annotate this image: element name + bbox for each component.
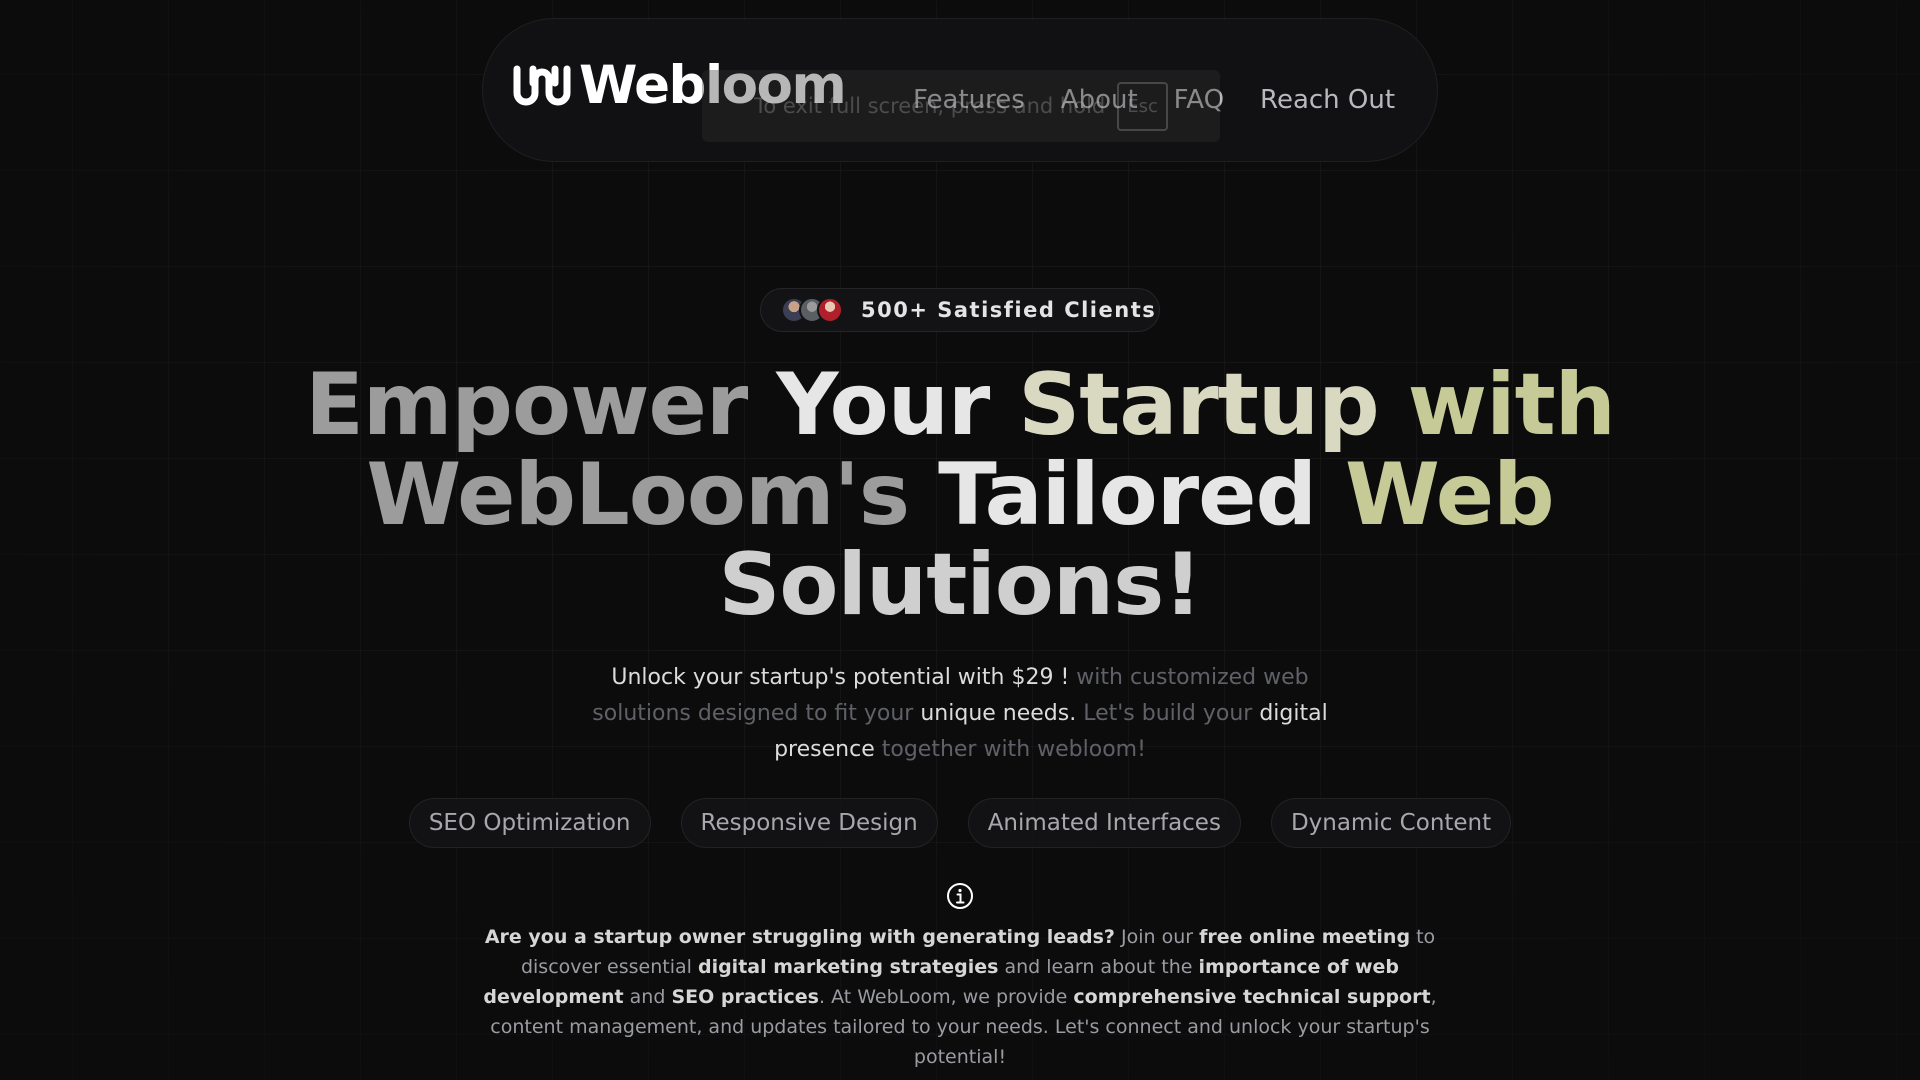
headline-word: Web [1344,445,1555,545]
para-text: and learn about the [998,956,1199,978]
para-strong: digital marketing strategies [697,956,999,978]
para-text: Join our [1114,926,1200,948]
fullscreen-notice-text: To exit full screen, press and hold [754,94,1106,118]
subtext-muted: Let's build your [1076,701,1260,726]
para-strong: Are you a startup owner struggling with … [484,926,1115,948]
para-strong: free online meeting [1199,926,1411,948]
hero-subtext: Unlock your startup's potential with $29… [570,660,1350,768]
meeting-paragraph: Are you a startup owner struggling with … [460,922,1460,1072]
subtext-highlight: unique needs. [920,701,1077,726]
para-text: and [623,986,672,1008]
headline-word: Empower [305,355,748,455]
headline-word: with [1407,355,1616,455]
subtext-highlight: Unlock your startup's potential with $29… [611,665,1070,690]
nav-link-reach-out[interactable]: Reach Out [1260,87,1395,113]
para-strong: comprehensive technical support [1073,986,1431,1008]
esc-key-hint: Esc [1117,81,1168,131]
headline-word: Solutions! [718,535,1202,635]
chip-responsive-design: Responsive Design [680,798,938,848]
headline-word: WebLoom's [366,445,910,545]
chip-dynamic-content: Dynamic Content [1270,798,1512,848]
hero-headline: Empower Your Startup with WebLoom's Tail… [300,360,1620,630]
para-text: . At WebLoom, we provide [818,986,1074,1008]
para-strong: SEO practices [671,986,819,1008]
subtext-muted: together with webloom! [874,737,1146,762]
headline-word: Startup [1018,355,1379,455]
headline-word: Tailored [938,445,1317,545]
chip-animated-interfaces: Animated Interfaces [967,798,1241,848]
webloom-logo-icon [513,65,571,105]
avatar-group [781,297,843,323]
feature-chips: SEO Optimization Responsive Design Anima… [0,798,1920,848]
avatar [817,297,843,323]
clients-badge-text: 500+ Satisfied Clients [861,298,1157,322]
info-icon[interactable] [946,882,974,910]
fullscreen-exit-notice: To exit full screen, press and hold Esc [702,70,1220,142]
headline-word: Your [776,355,990,455]
chip-seo-optimization: SEO Optimization [408,798,651,848]
clients-badge: 500+ Satisfied Clients [760,288,1160,332]
